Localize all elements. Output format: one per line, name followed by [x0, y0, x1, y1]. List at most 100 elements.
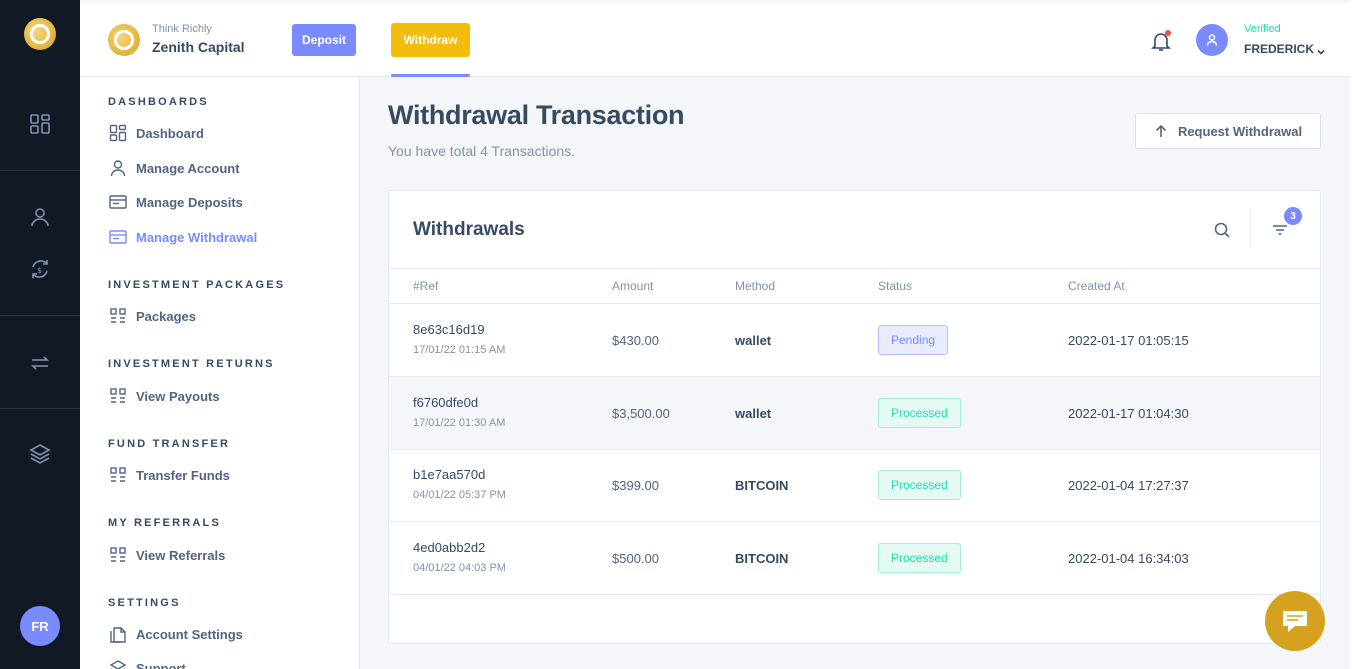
column-header-created-at: Created At [1068, 279, 1125, 293]
sidebar-item-account-settings[interactable]: Account Settings [108, 623, 243, 645]
row-ref-date: 04/01/22 05:37 PM [413, 489, 506, 501]
sidebar-item-label: Dashboard [136, 125, 204, 141]
card-icon [108, 192, 128, 212]
sidebar-item-view-referrals[interactable]: View Referrals [108, 544, 225, 566]
user-avatar-icon[interactable] [1196, 24, 1228, 56]
sidebar-section-dashboards: DASHBOARDS [108, 96, 209, 108]
sidebar-item-manage-account[interactable]: Manage Account [108, 157, 240, 179]
row-method: wallet [735, 333, 772, 348]
brand-logo-icon[interactable] [108, 24, 140, 56]
user-status: Verified [1244, 23, 1281, 35]
status-badge: Processed [878, 543, 961, 573]
row-ref: b1e7aa570d [413, 467, 486, 482]
search-icon[interactable] [1211, 219, 1233, 241]
divider [1250, 209, 1251, 247]
chevron-down-icon[interactable] [1316, 44, 1326, 55]
sidebar-section-fund-transfer: FUND TRANSFER [108, 438, 231, 450]
rail-divider [0, 408, 80, 409]
rail-logo-icon[interactable] [24, 18, 56, 50]
layers-icon[interactable] [28, 442, 52, 466]
sidebar-item-label: View Payouts [136, 388, 220, 404]
withdraw-button[interactable]: Withdraw [391, 23, 470, 57]
chat-widget-button[interactable] [1265, 591, 1325, 651]
grid-icon [108, 306, 128, 326]
layers-icon [108, 658, 128, 669]
table-header: #Ref Amount Method Status Created At [389, 268, 1320, 304]
user-icon [108, 158, 128, 178]
arrow-up-icon [1155, 124, 1167, 137]
request-withdrawal-label: Request Withdrawal [1177, 123, 1303, 139]
sidebar-section-investment-returns: INVESTMENT RETURNS [108, 358, 275, 370]
status-badge: Processed [878, 470, 961, 500]
row-amount: $399.00 [612, 478, 659, 493]
sidebar-item-label: Manage Account [136, 160, 240, 176]
row-ref: 8e63c16d19 [413, 322, 485, 337]
column-header-method: Method [735, 279, 776, 293]
sidebar-item-manage-withdrawal[interactable]: Manage Withdrawal [108, 226, 257, 248]
sidebar-item-support[interactable]: Support [108, 657, 186, 669]
filter-count-badge: 3 [1284, 207, 1302, 225]
sidebar-item-label: Support [136, 660, 186, 669]
exchange-dollar-icon[interactable]: $ [28, 257, 52, 281]
sidebar-section-my-referrals: MY REFERRALS [108, 517, 221, 529]
table-row[interactable]: f6760dfe0d 17/01/22 01:30 AM $3,500.00 w… [389, 377, 1320, 450]
sidebar-section-settings: SETTINGS [108, 597, 181, 609]
grid-icon [108, 465, 128, 485]
row-ref-date: 17/01/22 01:30 AM [413, 417, 506, 429]
status-badge: Processed [878, 398, 961, 428]
withdrawals-card: Withdrawals 3 #Ref Amount Method Status … [388, 190, 1321, 644]
brand-tagline: Think Richly [152, 23, 212, 35]
table-row[interactable]: b1e7aa570d 04/01/22 05:37 PM $399.00 BIT… [389, 449, 1320, 522]
status-badge: Pending [878, 325, 949, 355]
user-icon[interactable] [28, 205, 52, 229]
row-method: BITCOIN [735, 478, 789, 493]
dashboard-grid-icon [108, 123, 128, 143]
row-ref: 4ed0abb2d2 [413, 540, 486, 555]
rail-divider [0, 315, 80, 316]
row-ref: f6760dfe0d [413, 395, 479, 410]
row-created-at: 2022-01-17 01:04:30 [1068, 406, 1189, 421]
sidebar: DASHBOARDS Dashboard Manage Account Mana… [80, 77, 360, 669]
user-name[interactable]: FREDERICK [1244, 42, 1314, 56]
card-title: Withdrawals [413, 219, 525, 240]
row-amount: $430.00 [612, 333, 659, 348]
sidebar-item-label: Manage Deposits [136, 194, 243, 210]
table-row[interactable]: 8e63c16d19 17/01/22 01:15 AM $430.00 wal… [389, 304, 1320, 377]
column-header-amount: Amount [612, 279, 654, 293]
sidebar-item-packages[interactable]: Packages [108, 305, 196, 327]
sidebar-item-transfer-funds[interactable]: Transfer Funds [108, 464, 230, 486]
sidebar-item-label: Transfer Funds [136, 467, 230, 483]
chat-icon [1283, 611, 1307, 632]
files-icon [108, 624, 128, 644]
row-ref-date: 04/01/22 04:03 PM [413, 562, 506, 574]
sidebar-item-label: Account Settings [136, 626, 243, 642]
avatar[interactable]: FR [20, 606, 60, 646]
sidebar-item-view-payouts[interactable]: View Payouts [108, 385, 220, 407]
card-icon [108, 227, 128, 247]
top-header: Think Richly Zenith Capital Deposit With… [80, 3, 1352, 77]
column-header-ref: #Ref [413, 279, 439, 293]
icon-rail: $ FR [0, 0, 80, 669]
sidebar-section-investment-packages: INVESTMENT PACKAGES [108, 279, 286, 291]
rail-divider [0, 170, 80, 171]
row-ref-date: 17/01/22 01:15 AM [413, 344, 506, 356]
brand-name[interactable]: Zenith Capital [152, 39, 245, 55]
table-row[interactable]: 4ed0abb2d2 04/01/22 04:03 PM $500.00 BIT… [389, 522, 1320, 595]
row-created-at: 2022-01-04 16:34:03 [1068, 551, 1189, 566]
transfer-arrows-icon[interactable] [28, 351, 52, 375]
dashboard-grid-icon[interactable] [28, 112, 52, 136]
page-title: Withdrawal Transaction [388, 100, 685, 130]
svg-text:$: $ [37, 266, 42, 275]
row-method: wallet [735, 406, 772, 421]
request-withdrawal-button[interactable]: Request Withdrawal [1135, 113, 1321, 149]
row-amount: $500.00 [612, 551, 659, 566]
sidebar-item-manage-deposits[interactable]: Manage Deposits [108, 191, 243, 213]
grid-icon [108, 386, 128, 406]
deposit-button[interactable]: Deposit [292, 24, 356, 56]
column-header-status: Status [878, 279, 913, 293]
sidebar-item-dashboard[interactable]: Dashboard [108, 122, 204, 144]
sidebar-item-label: Packages [136, 308, 196, 324]
row-created-at: 2022-01-17 01:05:15 [1068, 333, 1189, 348]
row-created-at: 2022-01-04 17:27:37 [1068, 478, 1189, 493]
row-method: BITCOIN [735, 551, 789, 566]
